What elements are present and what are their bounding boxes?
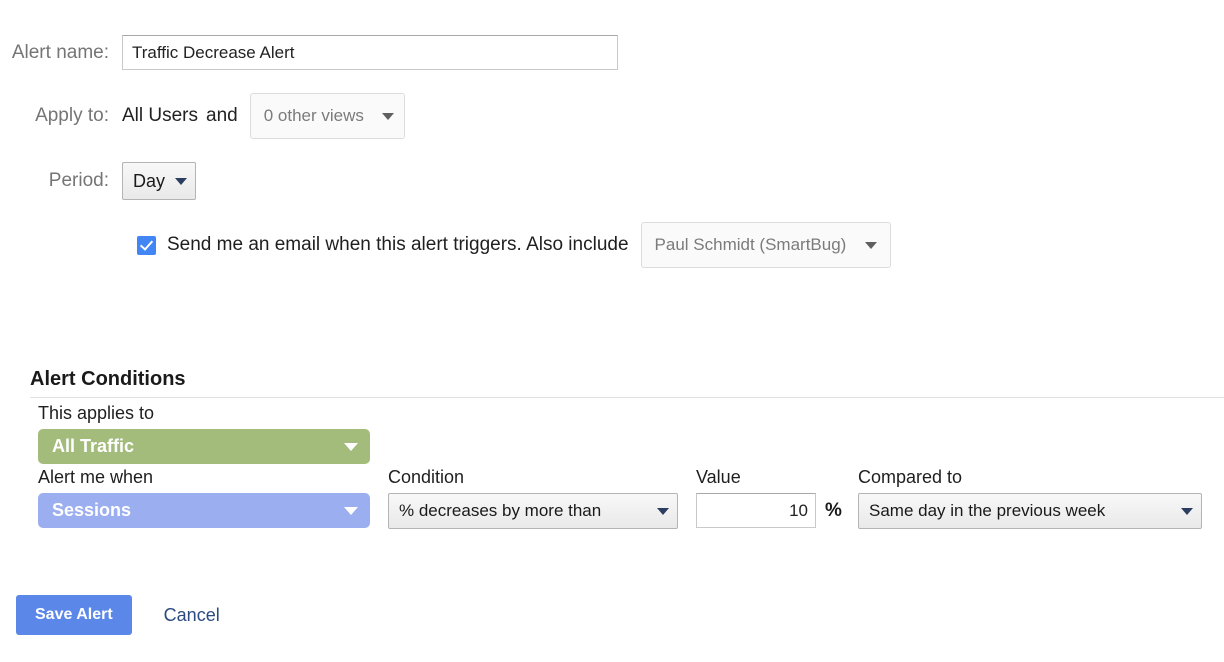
email-notification-row: Send me an email when this alert trigger… (137, 222, 891, 268)
compared-to-label: Compared to (858, 467, 1202, 488)
alert-name-row: Alert name: (0, 35, 618, 70)
condition-select[interactable]: % decreases by more than (388, 493, 678, 529)
condition-value: % decreases by more than (399, 501, 601, 521)
applies-to-value: All Traffic (52, 436, 134, 457)
compared-to-select[interactable]: Same day in the previous week (858, 493, 1202, 529)
form-actions: Save Alert Cancel (16, 595, 220, 635)
applies-to-select[interactable]: All Traffic (38, 429, 370, 464)
condition-label: Condition (388, 467, 678, 488)
metric-value: Sessions (52, 500, 131, 521)
chevron-down-icon (382, 113, 394, 120)
other-views-select[interactable]: 0 other views (250, 93, 405, 139)
applies-to-group: This applies to All Traffic (38, 403, 370, 464)
percent-unit: % (825, 500, 842, 522)
send-email-label: Send me an email when this alert trigger… (167, 234, 629, 256)
chevron-down-icon (865, 242, 877, 249)
alert-name-input[interactable] (122, 35, 618, 70)
value-label: Value (696, 467, 842, 488)
alert-name-label: Alert name: (0, 42, 122, 64)
chevron-down-icon (1181, 508, 1193, 515)
other-views-value: 0 other views (264, 106, 364, 126)
chevron-down-icon (657, 508, 669, 515)
recipient-value: Paul Schmidt (SmartBug) (655, 235, 847, 255)
period-value: Day (133, 171, 165, 192)
save-alert-button[interactable]: Save Alert (16, 595, 132, 635)
apply-to-conjunction: and (206, 105, 238, 127)
metric-select[interactable]: Sessions (38, 493, 370, 528)
value-group: Value % (696, 467, 842, 528)
alert-conditions-heading: Alert Conditions (30, 368, 186, 391)
period-label: Period: (0, 170, 122, 192)
chevron-down-icon (344, 443, 358, 451)
period-select[interactable]: Day (122, 162, 196, 200)
apply-to-primary: All Users (122, 105, 198, 127)
value-input[interactable] (696, 493, 816, 528)
chevron-down-icon (344, 507, 358, 515)
applies-to-label: This applies to (38, 403, 370, 424)
apply-to-row: Apply to: All Users and 0 other views (0, 93, 405, 139)
section-divider (30, 397, 1224, 398)
send-email-checkbox[interactable] (137, 236, 156, 255)
apply-to-label: Apply to: (0, 105, 122, 127)
compared-to-group: Compared to Same day in the previous wee… (858, 467, 1202, 529)
metric-label: Alert me when (38, 467, 370, 488)
cancel-link[interactable]: Cancel (164, 605, 220, 626)
recipient-select[interactable]: Paul Schmidt (SmartBug) (641, 222, 891, 268)
chevron-down-icon (175, 178, 187, 185)
metric-group: Alert me when Sessions (38, 467, 370, 528)
period-row: Period: Day (0, 162, 196, 200)
value-line: % (696, 493, 842, 528)
condition-group: Condition % decreases by more than (388, 467, 678, 529)
compared-to-value: Same day in the previous week (869, 501, 1105, 521)
